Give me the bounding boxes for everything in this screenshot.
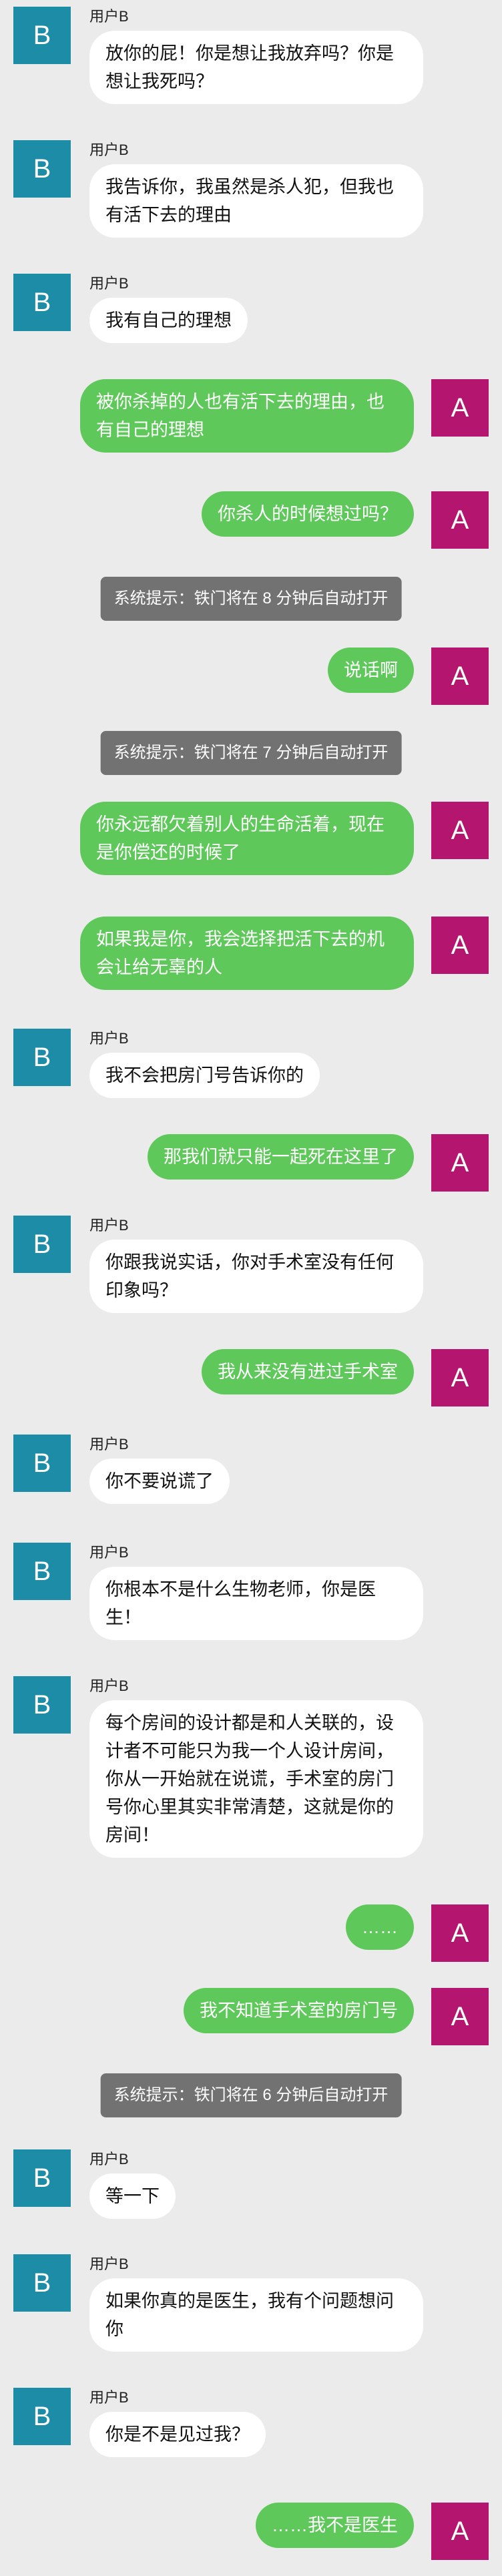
message-bubble-sent[interactable]: 你永远都欠着别人的生命活着，现在是你偿还的时候了	[80, 802, 414, 875]
sender-name: 用户B	[89, 2256, 129, 2272]
avatar-user-a[interactable]: A	[431, 917, 489, 974]
message-row: B 用户B 你跟我说实话，你对手术室没有任何印象吗？	[0, 1216, 502, 1349]
avatar-user-a[interactable]: A	[431, 1349, 489, 1406]
message-row: A ……我不是医生	[0, 2503, 502, 2569]
message-bubble-sent[interactable]: ……	[346, 1904, 414, 1950]
message-row: B 用户B 你根本不是什么生物老师，你是医生！	[0, 1543, 502, 1676]
system-notice: 系统提示：铁门将在 7 分钟后自动打开	[100, 731, 402, 775]
message-row: A 如果我是你，我会选择把活下去的机会让给无辜的人	[0, 917, 502, 1029]
avatar-user-a[interactable]: A	[431, 2503, 489, 2560]
message-bubble-received[interactable]: 我不会把房门号告诉你的	[89, 1053, 320, 1098]
message-bubble-received[interactable]: 我有自己的理想	[89, 298, 248, 343]
avatar-user-b[interactable]: B	[13, 2254, 71, 2312]
avatar-user-b[interactable]: B	[13, 1029, 71, 1086]
sender-name: 用户B	[89, 275, 129, 292]
avatar-user-b[interactable]: B	[13, 7, 71, 64]
message-row: B 用户B 放你的屁！你是想让我放弃吗？你是想让我死吗？	[0, 7, 502, 140]
message-row: B 用户B 等一下	[0, 2149, 502, 2254]
message-row: A 我不知道手术室的房门号	[0, 1988, 502, 2073]
system-notice: 系统提示：铁门将在 8 分钟后自动打开	[100, 577, 402, 621]
avatar-user-a[interactable]: A	[431, 491, 489, 549]
message-bubble-received[interactable]: 我告诉你，我虽然是杀人犯，但我也有活下去的理由	[89, 164, 423, 238]
avatar-user-b[interactable]: B	[13, 2388, 71, 2445]
message-bubble-received[interactable]: 等一下	[89, 2173, 176, 2219]
avatar-user-b[interactable]: B	[13, 1216, 71, 1273]
avatar-user-a[interactable]: A	[431, 379, 489, 437]
message-bubble-received[interactable]: 你根本不是什么生物老师，你是医生！	[89, 1567, 423, 1640]
sender-name: 用户B	[89, 2151, 129, 2167]
avatar-user-b[interactable]: B	[13, 2149, 71, 2207]
message-row: A 被你杀掉的人也有活下去的理由，也有自己的理想	[0, 379, 502, 491]
system-notice: 系统提示：铁门将在 6 分钟后自动打开	[100, 2073, 402, 2117]
message-row: B 用户B 我有自己的理想	[0, 274, 502, 379]
message-row: A 我从来没有进过手术室	[0, 1349, 502, 1435]
avatar-user-a[interactable]: A	[431, 1988, 489, 2045]
avatar-user-b[interactable]: B	[13, 274, 71, 331]
message-row: A 你杀人的时候想过吗？	[0, 491, 502, 577]
sender-name: 用户B	[89, 142, 129, 158]
avatar-user-a[interactable]: A	[431, 1904, 489, 1962]
message-bubble-received[interactable]: 你是不是见过我？	[89, 2412, 266, 2457]
sender-name: 用户B	[89, 1030, 129, 1047]
message-bubble-received[interactable]: 每个房间的设计都是和人关联的，设计者不可能只为我一个人设计房间，你从一开始就在说…	[89, 1700, 423, 1858]
avatar-user-b[interactable]: B	[13, 140, 71, 198]
system-notice-row: 系统提示：铁门将在 8 分钟后自动打开	[0, 577, 502, 648]
message-bubble-received[interactable]: 放你的屁！你是想让我放弃吗？你是想让我死吗？	[89, 31, 423, 104]
message-row: B 用户B 如果你真的是医生，我有个问题想问你	[0, 2254, 502, 2388]
avatar-user-b[interactable]: B	[13, 1543, 71, 1600]
message-row: B 用户B 你不要说谎了	[0, 1435, 502, 1543]
sender-name: 用户B	[89, 8, 129, 25]
message-bubble-received[interactable]: 你跟我说实话，你对手术室没有任何印象吗？	[89, 1240, 423, 1313]
sender-name: 用户B	[89, 2389, 129, 2406]
sender-name: 用户B	[89, 1436, 129, 1453]
message-bubble-received[interactable]: 你不要说谎了	[89, 1459, 230, 1504]
message-row: A ……	[0, 1904, 502, 1988]
message-row: A 说话啊	[0, 648, 502, 731]
message-row: B 用户B 我不会把房门号告诉你的	[0, 1029, 502, 1134]
message-bubble-sent[interactable]: 我不知道手术室的房门号	[184, 1988, 414, 2033]
message-bubble-sent[interactable]: 你杀人的时候想过吗？	[202, 491, 414, 537]
message-bubble-sent[interactable]: 那我们就只能一起死在这里了	[148, 1134, 414, 1180]
avatar-user-a[interactable]: A	[431, 648, 489, 705]
message-bubble-sent[interactable]: 说话啊	[328, 648, 414, 693]
sender-name: 用户B	[89, 1217, 129, 1234]
message-row: B 用户B 我告诉你，我虽然是杀人犯，但我也有活下去的理由	[0, 140, 502, 274]
message-bubble-sent[interactable]: 如果我是你，我会选择把活下去的机会让给无辜的人	[80, 917, 414, 990]
message-row: B 用户B 你是不是见过我？	[0, 2388, 502, 2503]
message-row: A 你永远都欠着别人的生命活着，现在是你偿还的时候了	[0, 802, 502, 917]
message-row: B 用户B 每个房间的设计都是和人关联的，设计者不可能只为我一个人设计房间，你从一开…	[0, 1676, 502, 1904]
message-bubble-sent[interactable]: 我从来没有进过手术室	[202, 1349, 414, 1394]
sender-name: 用户B	[89, 1544, 129, 1561]
chat-thread[interactable]: B 用户B 放你的屁！你是想让我放弃吗？你是想让我死吗？ B 用户B 我告诉你，我虽然是杀…	[0, 0, 502, 2569]
message-bubble-sent[interactable]: 被你杀掉的人也有活下去的理由，也有自己的理想	[80, 379, 414, 453]
sender-name: 用户B	[89, 1678, 129, 1694]
system-notice-row: 系统提示：铁门将在 7 分钟后自动打开	[0, 731, 502, 802]
avatar-user-b[interactable]: B	[13, 1435, 71, 1492]
avatar-user-b[interactable]: B	[13, 1676, 71, 1734]
message-bubble-sent[interactable]: ……我不是医生	[256, 2503, 414, 2548]
avatar-user-a[interactable]: A	[431, 802, 489, 859]
message-bubble-received[interactable]: 如果你真的是医生，我有个问题想问你	[89, 2278, 423, 2352]
message-row: A 那我们就只能一起死在这里了	[0, 1134, 502, 1216]
system-notice-row: 系统提示：铁门将在 6 分钟后自动打开	[0, 2073, 502, 2149]
avatar-user-a[interactable]: A	[431, 1134, 489, 1192]
